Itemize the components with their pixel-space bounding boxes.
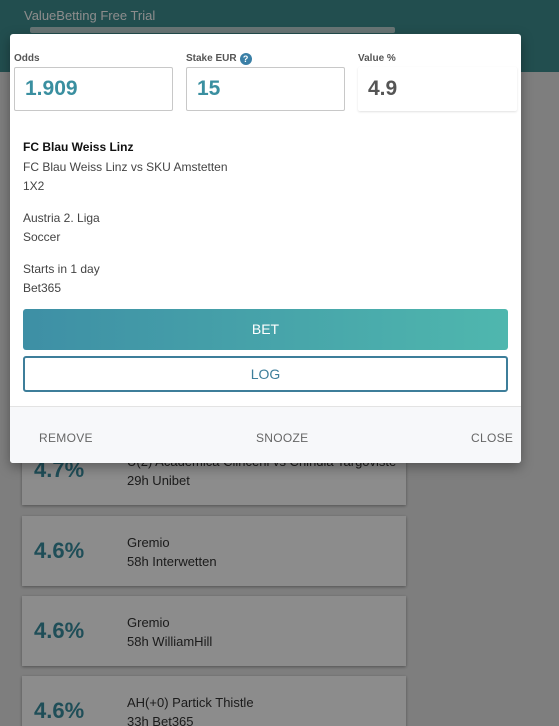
event-name: FC Blau Weiss Linz vs SKU Amstetten [23,160,228,174]
league-name: Austria 2. Liga [23,211,100,225]
stake-label: Stake EUR? [186,53,252,65]
stake-input[interactable] [186,67,345,111]
help-icon[interactable]: ? [239,53,252,65]
market-name: 1X2 [23,179,45,193]
value-percent-input[interactable] [358,67,517,111]
start-time: Starts in 1 day [23,262,100,276]
sport-name: Soccer [23,230,61,244]
selection-name: FC Blau Weiss Linz [23,140,134,154]
remove-button[interactable]: REMOVE [39,431,93,445]
odds-label: Odds [14,53,40,64]
bookmaker-name: Bet365 [23,281,62,295]
odds-input[interactable] [14,67,173,111]
stake-label-text: Stake EUR [186,53,237,64]
close-button[interactable]: CLOSE [471,431,513,445]
bet-button[interactable]: BET [23,309,508,350]
bet-modal: Odds Stake EUR? Value % FC Blau Weiss Li… [10,34,521,463]
modal-footer: REMOVE SNOOZE CLOSE [10,406,521,463]
value-percent-label: Value % [358,53,396,64]
log-button[interactable]: LOG [23,356,508,392]
snooze-button[interactable]: SNOOZE [256,431,308,445]
